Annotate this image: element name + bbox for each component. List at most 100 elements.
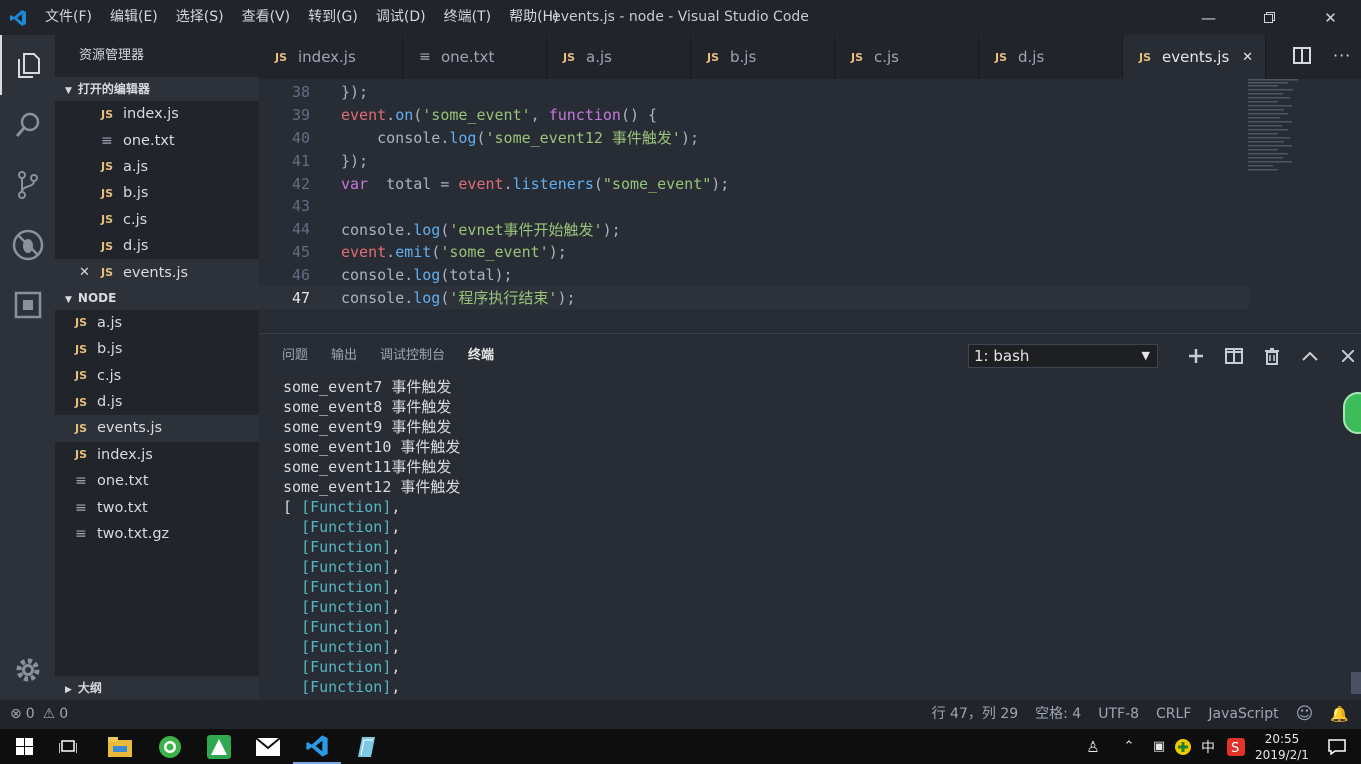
network-icon[interactable]: ▣ — [1147, 739, 1171, 754]
file-tree-item[interactable]: JS index.js — [55, 442, 259, 468]
file-tree-item[interactable]: JS a.js — [55, 310, 259, 336]
action-center-icon[interactable] — [1313, 738, 1361, 755]
menu-item[interactable]: 终端(T) — [435, 0, 500, 35]
debug-icon[interactable] — [0, 215, 55, 275]
notification-bell-icon[interactable]: 🔔 — [1330, 700, 1349, 729]
file-tree-item[interactable]: ≡ two.txt — [55, 494, 259, 520]
search-icon[interactable] — [0, 95, 55, 155]
menu-item[interactable]: 转到(G) — [299, 0, 367, 35]
file-tree-item[interactable]: ≡ two.txt.gz — [55, 521, 259, 547]
minimap[interactable] — [1248, 79, 1308, 179]
task-view-icon[interactable] — [44, 729, 92, 764]
more-actions-icon[interactable]: ··· — [1333, 46, 1351, 65]
language-mode[interactable]: JavaScript — [1208, 700, 1278, 729]
indentation[interactable]: 空格: 4 — [1035, 700, 1081, 729]
smiley-feedback-icon[interactable]: ☺ — [1296, 700, 1314, 729]
ime-indicator[interactable]: 中 — [1195, 737, 1221, 757]
line-number: 38 — [291, 83, 310, 102]
problems-status[interactable]: ⊗ 0 ⚠ 0 — [10, 700, 68, 729]
settings-gear-icon[interactable] — [0, 640, 55, 700]
editor-tab[interactable]: ≡ one.txt — [403, 35, 547, 79]
panel-tab[interactable]: 输出 — [308, 334, 357, 378]
new-terminal-icon[interactable] — [1177, 344, 1215, 368]
open-editor-item[interactable]: JS c.js — [55, 207, 259, 233]
open-editor-item[interactable]: JS a.js — [55, 154, 259, 180]
line-ending[interactable]: CRLF — [1156, 700, 1191, 729]
open-editor-item[interactable]: ≡ one.txt — [55, 127, 259, 153]
split-terminal-icon[interactable] — [1215, 344, 1253, 368]
code-line[interactable]: 39 event.on('some_event', function() { — [259, 104, 1249, 127]
code-line[interactable]: 38}); — [259, 81, 1249, 104]
chevron-up-icon[interactable]: ⌃ — [1111, 739, 1147, 754]
mail-icon[interactable] — [244, 729, 292, 764]
file-tree-item[interactable]: JS c.js — [55, 363, 259, 389]
close-window-button[interactable]: ✕ — [1300, 0, 1361, 35]
code-line[interactable]: 43 — [259, 195, 1249, 218]
windows-start-icon[interactable] — [0, 729, 48, 764]
vscode-logo-icon[interactable] — [0, 0, 36, 35]
menu-item[interactable]: 编辑(E) — [101, 0, 167, 35]
editor-tab[interactable]: JS c.js — [835, 35, 979, 79]
terminal-output[interactable]: some_event7 事件触发 some_event8 事件触发 some_eve… — [283, 377, 460, 697]
menu-item[interactable]: 查看(V) — [233, 0, 300, 35]
notepad-icon[interactable] — [342, 729, 390, 764]
editor-tab[interactable]: JS d.js — [979, 35, 1123, 79]
split-editor-icon[interactable] — [1293, 47, 1311, 69]
open-editor-item[interactable]: JS b.js — [55, 180, 259, 206]
file-tree-item[interactable]: JS events.js — [55, 415, 259, 442]
floating-assistant-button[interactable] — [1343, 392, 1361, 434]
editor-tab[interactable]: JS events.js ✕ — [1123, 35, 1266, 79]
file-tree-item[interactable]: JS d.js — [55, 389, 259, 415]
code-line[interactable]: 42 var total = event.listeners("some_even… — [259, 172, 1249, 195]
open-editor-item[interactable]: JS index.js — [55, 101, 259, 127]
panel-tab[interactable]: 问题 — [259, 334, 308, 378]
open-editor-item[interactable]: JS d.js — [55, 233, 259, 259]
editor-tab[interactable]: JS b.js — [691, 35, 835, 79]
explorer-icon[interactable] — [0, 35, 55, 95]
js-file-icon: JS — [75, 342, 88, 356]
close-tab-icon[interactable]: ✕ — [1242, 50, 1253, 65]
browser-icon[interactable] — [146, 729, 194, 764]
cursor-position[interactable]: 行 47，列 29 — [932, 700, 1019, 729]
code-line[interactable]: 40 console.log('some_event12 事件触发'); — [259, 127, 1249, 150]
panel-tab[interactable]: 调试控制台 — [357, 334, 445, 378]
panel-tab[interactable]: 终端 — [445, 334, 494, 378]
close-panel-icon[interactable] — [1329, 344, 1361, 368]
terminal-scrollbar[interactable] — [1351, 672, 1361, 694]
vscode-taskbar-icon[interactable] — [293, 729, 341, 764]
menu-item[interactable]: 调试(D) — [367, 0, 435, 35]
open-editor-item[interactable]: ✕ JS events.js — [55, 259, 259, 286]
code-line[interactable]: 46 console.log(total); — [259, 263, 1249, 286]
people-icon[interactable]: ♙ — [1075, 738, 1111, 756]
terminal-select[interactable]: 1: bash ▼ — [968, 344, 1158, 368]
encoding[interactable]: UTF-8 — [1098, 700, 1139, 729]
open-editors-header[interactable]: ▼ 打开的编辑器 — [55, 77, 259, 101]
code-line[interactable]: 41}); — [259, 149, 1249, 172]
file-tree-item[interactable]: JS b.js — [55, 336, 259, 362]
trash-icon[interactable] — [1253, 344, 1291, 368]
code-line[interactable]: 45 event.emit('some_event'); — [259, 241, 1249, 264]
code-line[interactable]: 47 console.log('程序执行结束'); — [259, 286, 1249, 309]
folder-header[interactable]: ▼ NODE — [55, 285, 259, 310]
code-editor[interactable]: 38}); 39 event.on('some_event', function()… — [259, 79, 1361, 333]
terminal-line: [ [Function], — [283, 498, 401, 516]
sogou-icon[interactable]: S — [1221, 737, 1251, 756]
extensions-icon[interactable] — [0, 275, 55, 335]
menu-item[interactable]: 帮助(H) — [500, 0, 567, 35]
source-control-icon[interactable] — [0, 155, 55, 215]
close-editor-icon[interactable]: ✕ — [79, 265, 101, 280]
app-green-icon[interactable] — [195, 729, 243, 764]
menu-item[interactable]: 选择(S) — [167, 0, 233, 35]
code-line[interactable]: 44 console.log('evnet事件开始触发'); — [259, 218, 1249, 241]
restore-button[interactable] — [1239, 0, 1300, 35]
input-method-icon[interactable] — [1171, 738, 1195, 755]
outline-header[interactable]: ▶ 大纲 — [55, 676, 259, 700]
file-tree-item[interactable]: ≡ one.txt — [55, 468, 259, 494]
minimize-button[interactable]: — — [1178, 0, 1239, 35]
editor-tab[interactable]: JS index.js — [259, 35, 403, 79]
maximize-panel-icon[interactable] — [1291, 344, 1329, 368]
editor-tab[interactable]: JS a.js — [547, 35, 691, 79]
clock[interactable]: 20:55 2019/2/1 — [1251, 731, 1313, 763]
menu-item[interactable]: 文件(F) — [36, 0, 101, 35]
file-explorer-icon[interactable] — [96, 729, 144, 764]
